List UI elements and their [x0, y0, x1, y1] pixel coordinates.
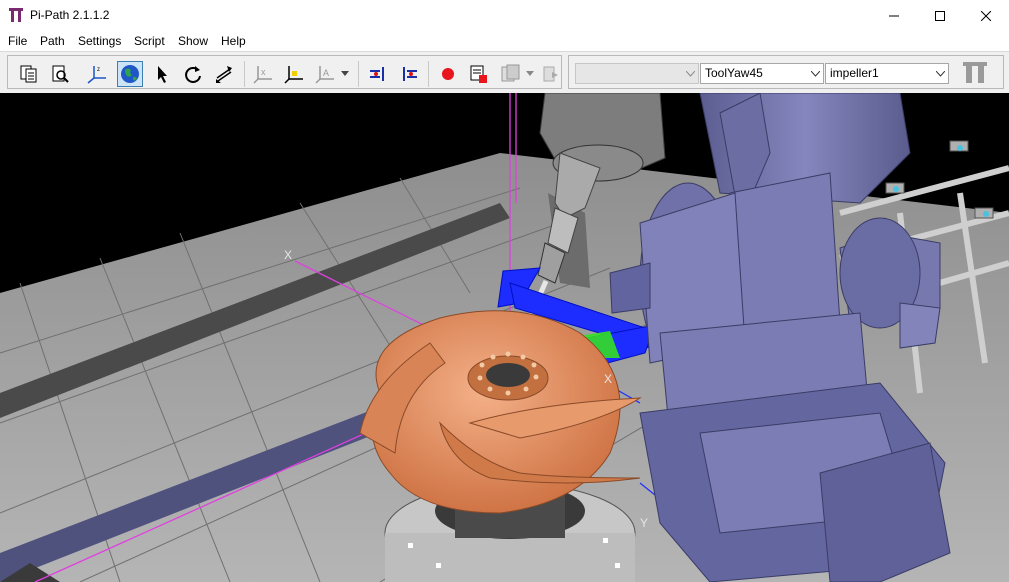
chevron-down-icon [932, 64, 948, 83]
menu-bar: File Path Settings Script Show Help [0, 31, 1009, 51]
svg-text:x: x [261, 67, 266, 77]
record-button[interactable] [435, 61, 461, 87]
axis-label-x2: X [604, 372, 612, 386]
minimize-icon [889, 15, 899, 16]
insert-point-icon [370, 67, 384, 81]
frame-x-icon: x [253, 66, 272, 84]
frame-a-icon: A [315, 66, 334, 84]
pi-path-logo-icon [9, 8, 23, 22]
maximize-icon [935, 10, 945, 21]
script-dropdown-button[interactable] [523, 61, 537, 87]
toolbar: z x A ToolYaw45 impeller1 [0, 51, 1009, 94]
frame-x-button[interactable]: x [250, 61, 276, 87]
3d-viewport[interactable]: X X Y [0, 93, 1009, 582]
stop-record-icon [470, 65, 487, 83]
window-title: Pi-Path 2.1.1.2 [30, 8, 110, 22]
svg-text:z: z [97, 67, 100, 73]
menu-file[interactable]: File [8, 34, 27, 48]
selector-toolbar-group: ToolYaw45 impeller1 [568, 55, 1004, 89]
menu-script[interactable]: Script [134, 34, 165, 48]
part-combo[interactable]: impeller1 [825, 63, 949, 84]
pi-path-watermark-icon [963, 62, 987, 83]
globe-view-button[interactable] [117, 61, 143, 87]
copy-button[interactable] [16, 61, 42, 87]
script-button[interactable] [497, 61, 523, 87]
axes-frame-button[interactable]: z [84, 61, 110, 87]
robot-combo[interactable] [575, 63, 699, 84]
minimize-button[interactable] [871, 0, 917, 31]
chevron-down-icon [682, 64, 698, 83]
globe-icon [121, 65, 139, 83]
axis-label-x1: X [284, 248, 292, 262]
tool-combo[interactable]: ToolYaw45 [700, 63, 824, 84]
select-button[interactable] [149, 61, 175, 87]
title-bar: Pi-Path 2.1.1.2 [0, 0, 1009, 31]
menu-help[interactable]: Help [221, 34, 246, 48]
print-preview-button[interactable] [47, 61, 73, 87]
close-button[interactable] [963, 0, 1009, 31]
menu-path[interactable]: Path [40, 34, 65, 48]
export-disabled-icon [543, 66, 558, 82]
svg-text:A: A [323, 68, 329, 78]
main-toolbar-group: z x A [7, 55, 562, 89]
export-button[interactable] [541, 61, 561, 87]
dropdown-caret-icon [341, 71, 349, 76]
copy-document-icon [20, 65, 37, 83]
script-disabled-icon [501, 64, 520, 82]
maximize-button[interactable] [917, 0, 963, 31]
swap-button[interactable] [211, 61, 237, 87]
stop-record-button[interactable] [466, 61, 492, 87]
frame-yellow-icon [284, 66, 303, 84]
chevron-down-icon [807, 64, 823, 83]
close-icon [981, 10, 991, 21]
split-path-icon [403, 67, 417, 81]
split-path-button[interactable] [396, 61, 422, 87]
swap-arrows-icon [216, 66, 232, 83]
frame-origin-button[interactable] [281, 61, 307, 87]
insert-point-button[interactable] [365, 61, 391, 87]
frame-a-button[interactable]: A [312, 61, 338, 87]
scene-canvas: X X Y [0, 93, 1009, 582]
rotate-button[interactable] [180, 61, 206, 87]
tool-combo-value: ToolYaw45 [705, 66, 763, 80]
rotate-icon [185, 66, 201, 83]
print-preview-icon [52, 65, 69, 83]
frame-dropdown-button[interactable] [338, 61, 352, 87]
menu-settings[interactable]: Settings [78, 34, 121, 48]
axes-frame-icon: z [87, 66, 106, 84]
dropdown-caret-icon [526, 71, 534, 76]
menu-show[interactable]: Show [178, 34, 208, 48]
record-icon [442, 68, 454, 80]
axis-label-y: Y [640, 516, 648, 530]
part-combo-value: impeller1 [830, 66, 879, 80]
arrow-cursor-icon [158, 66, 167, 83]
